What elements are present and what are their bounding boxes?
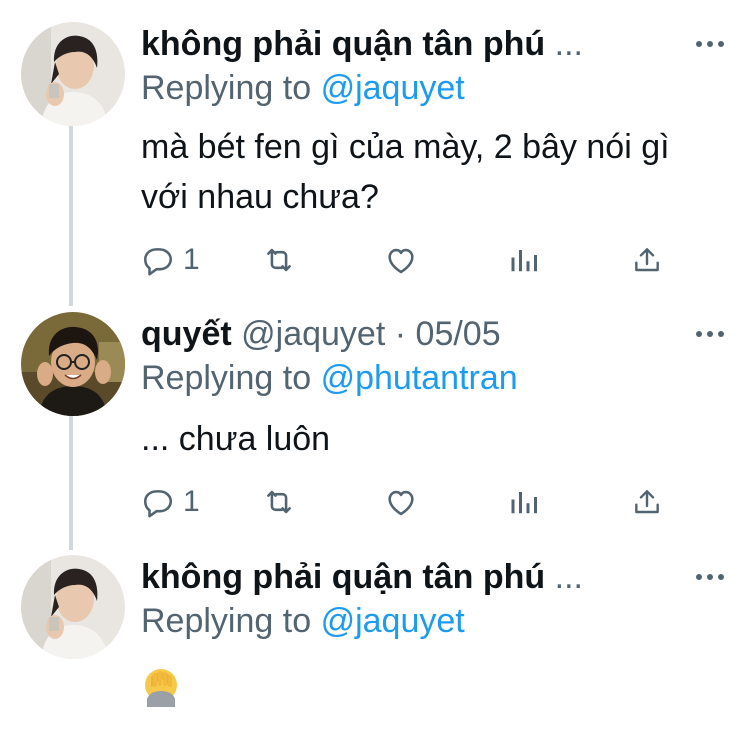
replying-to: Replying to @jaquyet bbox=[141, 66, 465, 110]
share-button[interactable] bbox=[631, 240, 663, 280]
reply-count: 1 bbox=[183, 485, 200, 518]
action-bar: 1 bbox=[141, 482, 681, 522]
display-name[interactable]: không phải quận tân phú bbox=[141, 25, 545, 63]
heart-icon bbox=[383, 243, 419, 277]
retweet-icon bbox=[261, 243, 297, 277]
tweet-1[interactable]: không phải quận tân phú ... Replying to … bbox=[0, 22, 750, 292]
tweet-text: ... chưa luôn bbox=[141, 420, 331, 458]
reply-icon bbox=[141, 485, 175, 519]
action-bar: 1 bbox=[141, 240, 681, 280]
tweet-header: không phải quận tân phú ... bbox=[141, 22, 681, 66]
tweet-header: không phải quận tân phú ... bbox=[141, 555, 681, 599]
more-icon[interactable] bbox=[690, 563, 730, 591]
replying-to-handle[interactable]: @jaquyet bbox=[321, 602, 465, 640]
replying-to-handle[interactable]: @jaquyet bbox=[321, 69, 465, 107]
header-ellipsis: ... bbox=[554, 25, 583, 63]
facepalm-emoji bbox=[141, 665, 181, 712]
replying-to: Replying to @jaquyet bbox=[141, 599, 465, 643]
share-button[interactable] bbox=[631, 482, 663, 522]
like-button[interactable] bbox=[383, 240, 419, 280]
tweet-3[interactable]: không phải quận tân phú ... Replying to … bbox=[0, 555, 750, 725]
share-icon bbox=[631, 485, 663, 519]
retweet-icon bbox=[261, 485, 297, 519]
more-icon[interactable] bbox=[690, 320, 730, 348]
avatar[interactable] bbox=[21, 312, 125, 416]
analytics-button[interactable] bbox=[509, 240, 539, 280]
header-ellipsis: ... bbox=[554, 558, 583, 596]
replying-to-label: Replying to bbox=[141, 602, 312, 640]
replying-to: Replying to @phutantran bbox=[141, 356, 518, 400]
username[interactable]: @jaquyet bbox=[241, 315, 385, 353]
tweet-date[interactable]: 05/05 bbox=[416, 315, 501, 353]
tweet-2[interactable]: quyết @jaquyet · 05/05 Replying to @phut… bbox=[0, 312, 750, 542]
replying-to-handle[interactable]: @phutantran bbox=[321, 359, 518, 397]
like-button[interactable] bbox=[383, 482, 419, 522]
avatar[interactable] bbox=[21, 22, 125, 126]
replying-to-label: Replying to bbox=[141, 69, 312, 107]
reply-count: 1 bbox=[183, 243, 200, 276]
analytics-icon bbox=[509, 245, 539, 275]
heart-icon bbox=[383, 485, 419, 519]
display-name[interactable]: không phải quận tân phú bbox=[141, 558, 545, 596]
avatar[interactable] bbox=[21, 555, 125, 659]
retweet-button[interactable] bbox=[261, 482, 297, 522]
reply-icon bbox=[141, 243, 175, 277]
analytics-button[interactable] bbox=[509, 482, 539, 522]
reply-button[interactable]: 1 bbox=[141, 482, 200, 522]
more-icon[interactable] bbox=[690, 30, 730, 58]
separator-dot: · bbox=[394, 315, 407, 353]
reply-button[interactable]: 1 bbox=[141, 240, 200, 280]
retweet-button[interactable] bbox=[261, 240, 297, 280]
share-icon bbox=[631, 243, 663, 277]
tweet-text: mà bét fen gì của mày, 2 bây nói gì với … bbox=[141, 128, 670, 216]
analytics-icon bbox=[509, 487, 539, 517]
tweet-header: quyết @jaquyet · 05/05 bbox=[141, 312, 681, 356]
display-name[interactable]: quyết bbox=[141, 315, 232, 353]
replying-to-label: Replying to bbox=[141, 359, 312, 397]
